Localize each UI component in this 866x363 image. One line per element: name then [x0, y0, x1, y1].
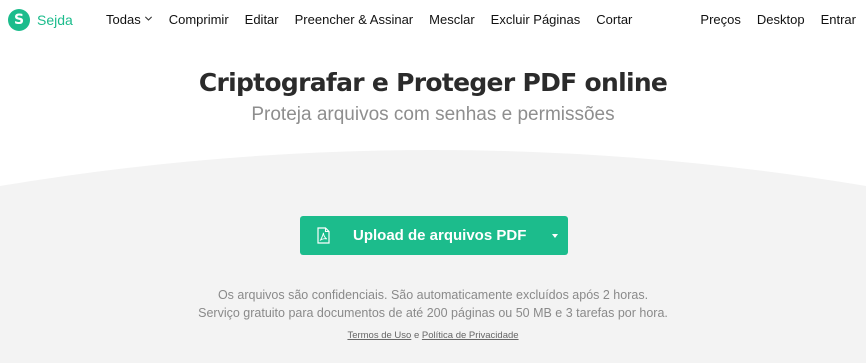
main-menu: Todas Comprimir Editar Preencher & Assin… [106, 12, 648, 27]
free-service-note: Serviço gratuito para documentos de até … [198, 306, 668, 320]
page: S Sejda Todas Comprimir Editar Preencher… [0, 0, 866, 363]
privacy-link[interactable]: Política de Privacidade [422, 330, 519, 341]
upload-options-dropdown[interactable] [542, 216, 568, 255]
menu-item-excluir-paginas[interactable]: Excluir Páginas [491, 12, 581, 27]
right-menu: Preços Desktop Entrar [684, 12, 856, 27]
pdf-file-icon [317, 227, 330, 244]
page-subtitle: Proteja arquivos com senhas e permissões [251, 104, 615, 125]
page-title: Criptografar e Proteger PDF online [198, 68, 668, 97]
menu-item-preencher-assinar[interactable]: Preencher & Assinar [295, 12, 414, 27]
menu-item-desktop[interactable]: Desktop [757, 12, 805, 27]
menu-item-todas-label: Todas [106, 12, 141, 27]
menu-item-mesclar[interactable]: Mesclar [429, 12, 475, 27]
brand-name: Sejda [37, 12, 73, 28]
chevron-down-icon [144, 16, 152, 21]
brand-logo-link[interactable]: S Sejda [8, 9, 73, 31]
menu-item-todas[interactable]: Todas [106, 12, 153, 27]
menu-item-editar[interactable]: Editar [245, 12, 279, 27]
sejda-logo-icon: S [8, 9, 30, 31]
confidentiality-note: Os arquivos são confidenciais. São autom… [217, 288, 649, 302]
upload-pdf-button[interactable]: Upload de arquivos PDF [300, 216, 568, 255]
terms-link[interactable]: Termos de Uso [347, 330, 411, 341]
menu-item-precos[interactable]: Preços [700, 12, 740, 27]
info-text: Os arquivos são confidenciais. São autom… [0, 286, 866, 322]
caret-down-icon [552, 233, 558, 238]
menu-item-cortar[interactable]: Cortar [596, 12, 632, 27]
upload-button-label: Upload de arquivos PDF [353, 227, 527, 244]
menu-item-entrar[interactable]: Entrar [821, 12, 856, 27]
legal-connector: e [413, 330, 420, 341]
top-navigation: S Sejda Todas Comprimir Editar Preencher… [0, 0, 866, 40]
menu-item-comprimir[interactable]: Comprimir [169, 12, 229, 27]
legal-links: Termos de Uso e Política de Privacidade [0, 330, 866, 341]
